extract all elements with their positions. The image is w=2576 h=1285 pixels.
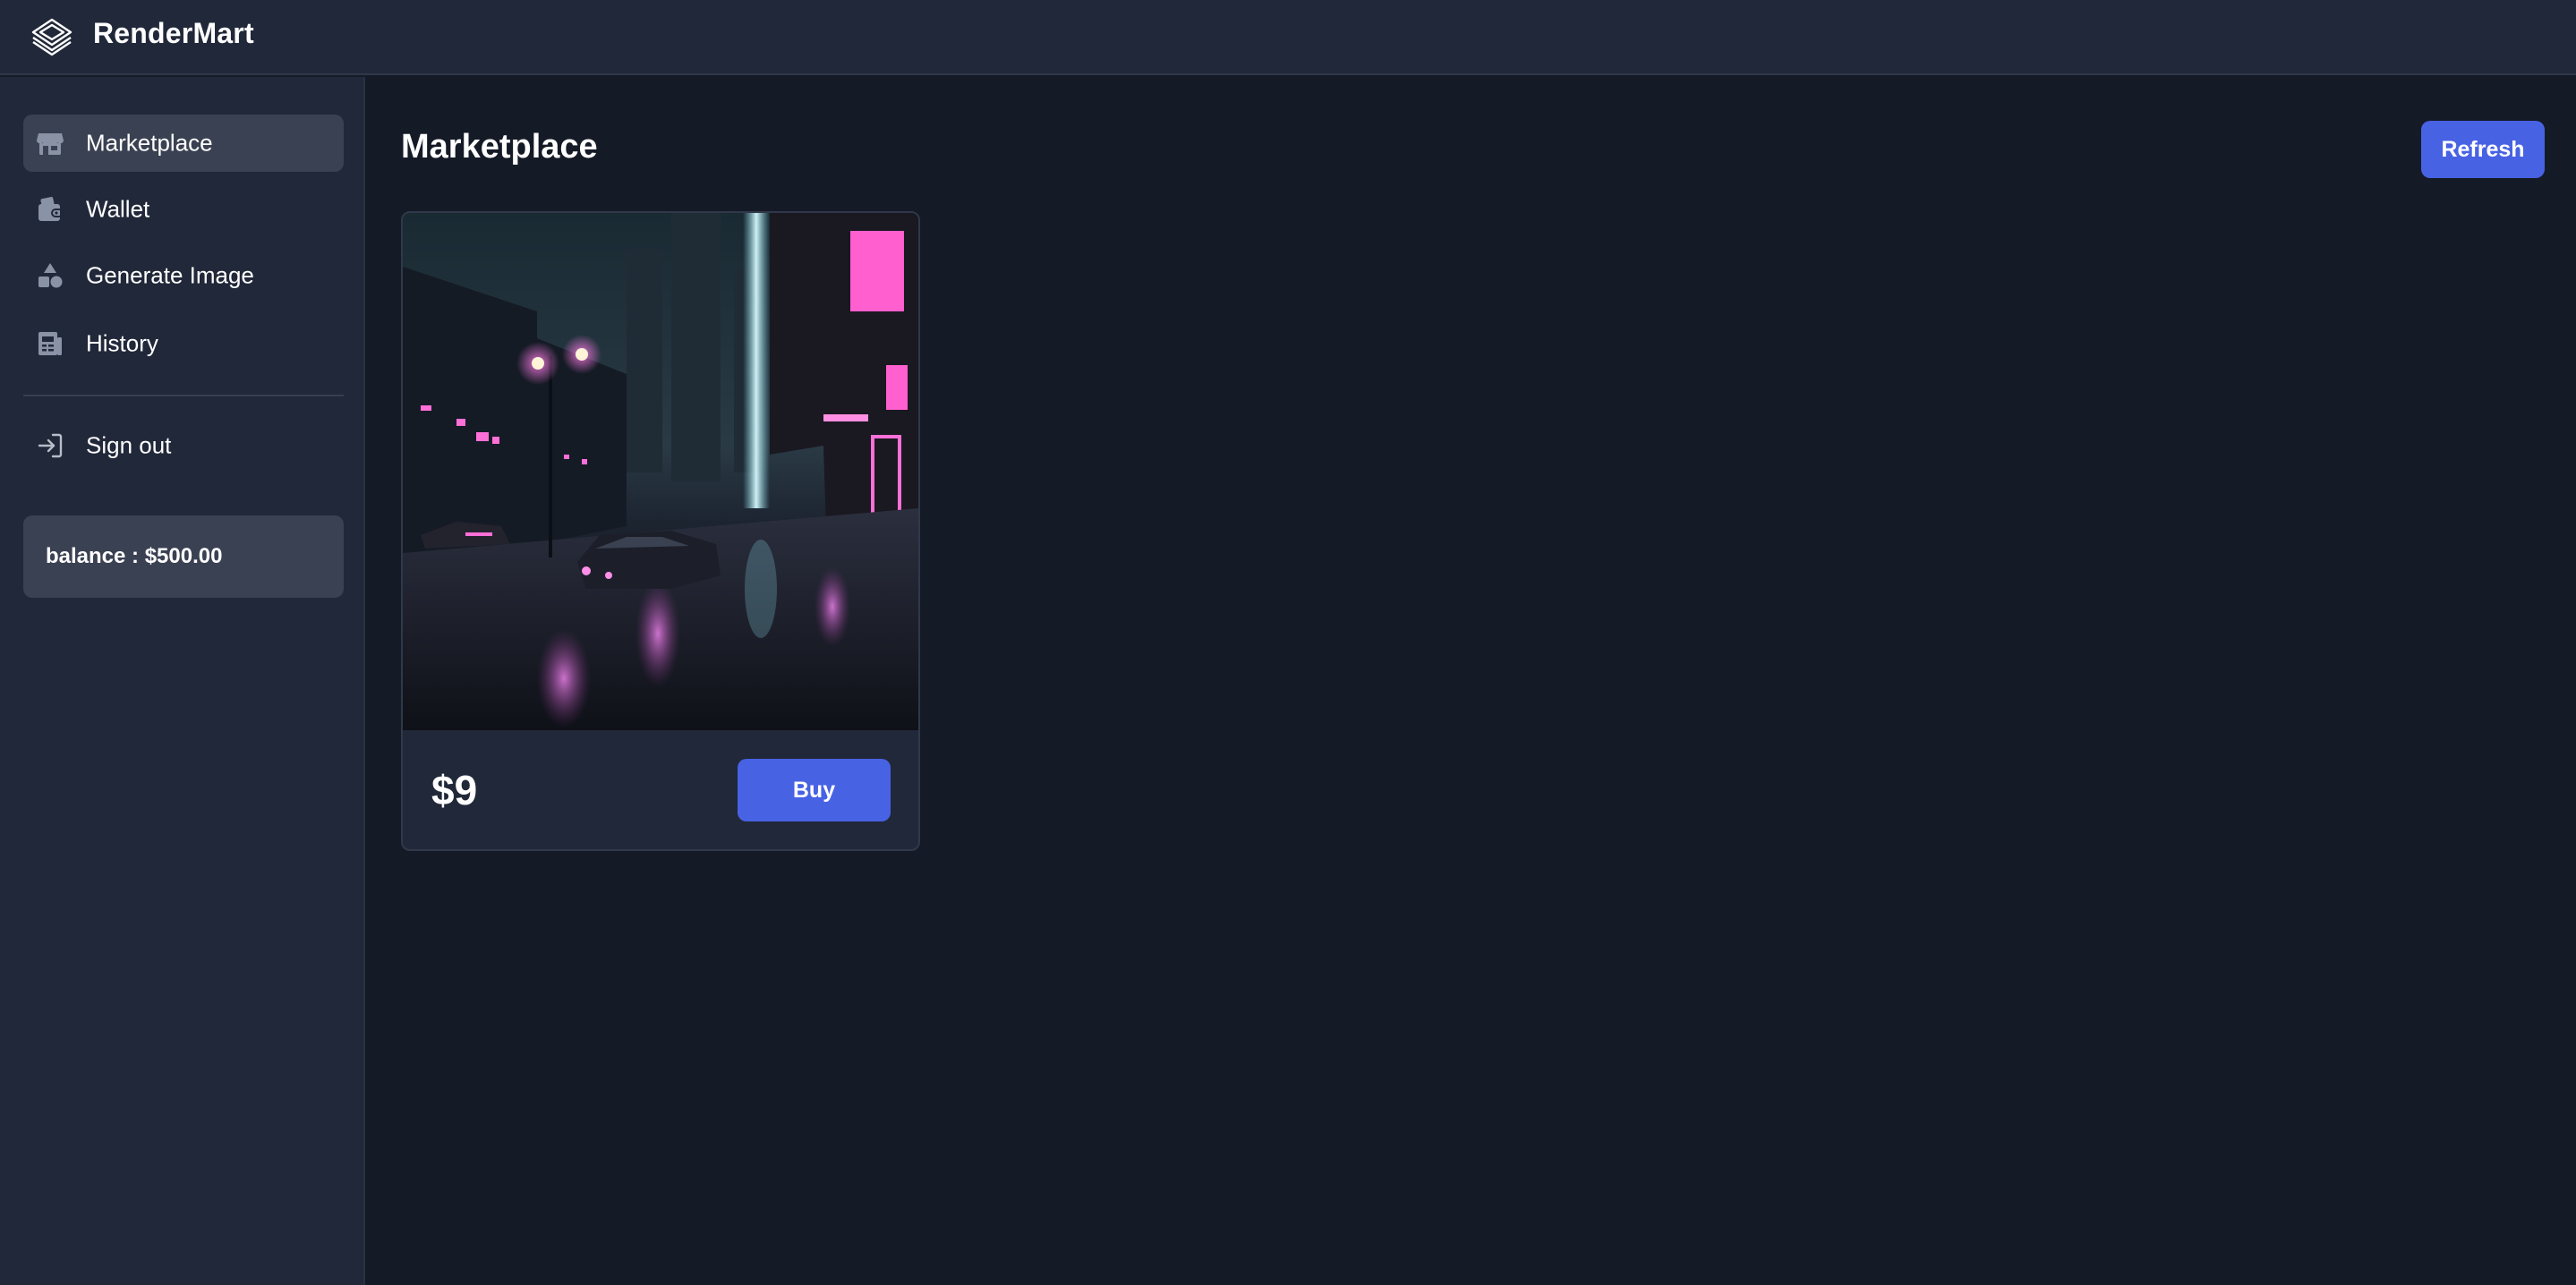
page-title: Marketplace [401, 128, 598, 166]
top-header: RenderMart [0, 0, 2576, 75]
layers-icon [31, 18, 73, 56]
buy-button[interactable]: Buy [738, 759, 891, 821]
sidebar: Marketplace Wallet Generate Image Histor… [0, 77, 365, 1285]
sidebar-item-label: Wallet [86, 195, 150, 223]
shapes-icon [38, 263, 63, 288]
sidebar-item-label: History [86, 329, 158, 357]
listing-card: $9 Buy [401, 211, 920, 851]
sidebar-item-label: Generate Image [86, 261, 254, 289]
storefront-icon [37, 133, 64, 155]
balance-display: balance : $500.00 [23, 515, 344, 598]
brand-name[interactable]: RenderMart [93, 17, 254, 50]
listing-price: $9 [431, 767, 478, 813]
sidebar-divider [23, 395, 344, 396]
newspaper-icon [38, 332, 62, 355]
wallet-icon [38, 197, 64, 221]
refresh-button[interactable]: Refresh [2421, 121, 2545, 178]
sign-out-button[interactable]: Sign out [23, 417, 344, 474]
sign-in-arrow-icon [38, 433, 63, 458]
sidebar-item-marketplace[interactable]: Marketplace [23, 115, 344, 172]
listing-image[interactable] [403, 213, 918, 730]
sign-out-label: Sign out [86, 431, 172, 459]
balance-text: balance : $500.00 [46, 544, 223, 568]
sidebar-item-label: Marketplace [86, 129, 213, 157]
sidebar-item-history[interactable]: History [23, 315, 344, 372]
sidebar-item-generate-image[interactable]: Generate Image [23, 247, 344, 304]
sidebar-item-wallet[interactable]: Wallet [23, 181, 344, 238]
